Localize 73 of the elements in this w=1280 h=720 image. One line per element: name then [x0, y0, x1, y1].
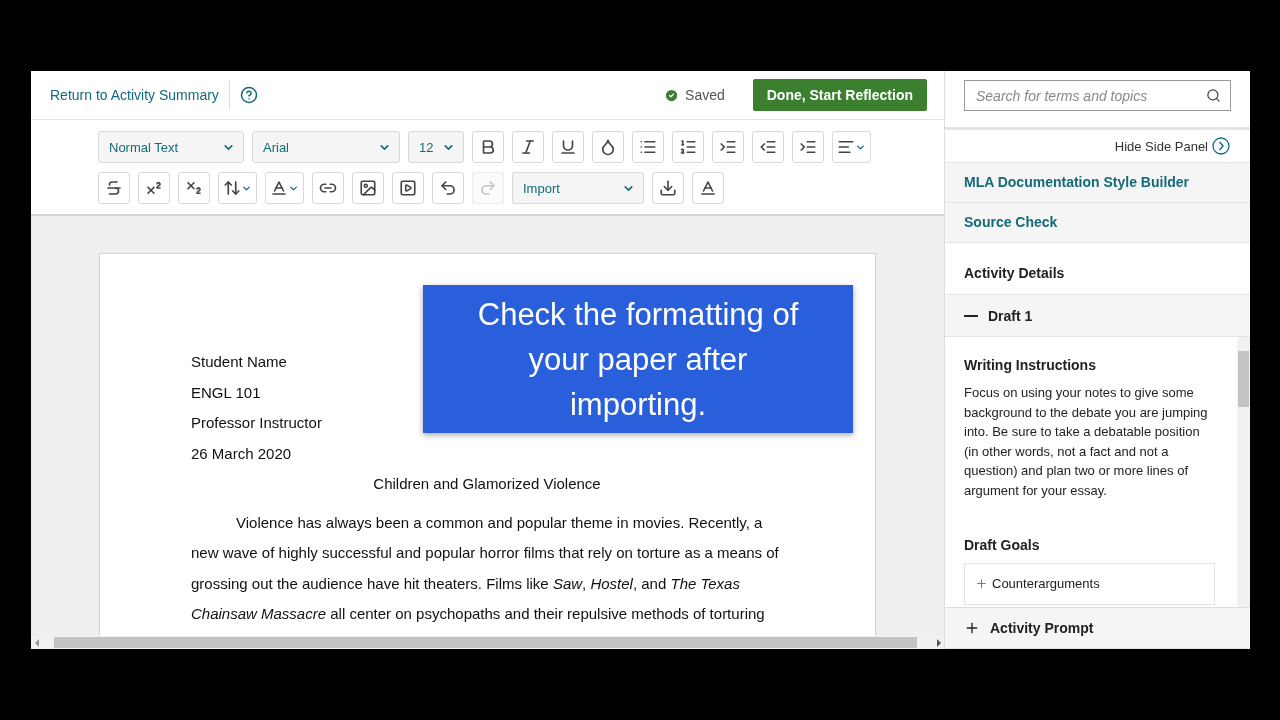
help-icon[interactable]: [239, 86, 258, 104]
italic-button[interactable]: [512, 131, 544, 163]
letter-number-button[interactable]: [692, 172, 724, 204]
outdent-button[interactable]: [752, 131, 784, 163]
superscript-button[interactable]: [138, 172, 170, 204]
minus-icon: [964, 314, 978, 317]
indent-button[interactable]: [712, 131, 744, 163]
document-line: 26 March 2020: [191, 443, 292, 464]
download-button[interactable]: [652, 172, 684, 204]
document-line: Professor Instructor: [191, 413, 322, 433]
dropdown-field[interactable]: Arial: [252, 131, 400, 163]
strikethrough-icon: [105, 179, 123, 197]
plus-icon: [964, 620, 980, 636]
download-icon: [659, 179, 677, 197]
subscript-button[interactable]: [178, 172, 210, 204]
redo-icon: [479, 179, 497, 197]
search-icon[interactable]: [1206, 88, 1221, 103]
droplet-button[interactable]: [592, 131, 624, 163]
bullet-list-button[interactable]: [632, 131, 664, 163]
indent-right-button[interactable]: [792, 131, 824, 163]
dropdown-field[interactable]: Import: [512, 172, 644, 204]
play-icon: [399, 179, 417, 197]
check-icon: [664, 87, 680, 103]
bold-button[interactable]: [472, 131, 504, 163]
numbered-list-icon: [679, 138, 697, 156]
side-panel-link[interactable]: Source Check: [945, 203, 1250, 243]
link-button[interactable]: [312, 172, 344, 204]
prompt-accordion[interactable]: Activity Prompt: [945, 607, 1250, 649]
side-panel-link[interactable]: MLA Documentation Style Builder: [945, 163, 1250, 203]
undo-button[interactable]: [432, 172, 464, 204]
dropdown-field[interactable]: 12: [408, 131, 464, 163]
instructions-title: Writing Instructions: [964, 357, 1097, 373]
numbered-list-button[interactable]: [672, 131, 704, 163]
image-button[interactable]: [352, 172, 384, 204]
italic-icon: [519, 138, 537, 156]
outdent-icon: [759, 138, 777, 156]
plus-icon: [975, 577, 988, 591]
undo-icon: [439, 179, 457, 197]
droplet-icon: [599, 138, 617, 156]
image-icon: [359, 179, 377, 197]
superscript-icon: [145, 179, 163, 197]
callout-banner: Check the formatting of your paper after importing.: [423, 285, 853, 433]
indent-icon: [799, 138, 817, 156]
video-button[interactable]: [392, 172, 424, 204]
subscript-icon: [185, 179, 203, 197]
letter-icon: [699, 179, 717, 197]
dropdown-field[interactable]: Normal Text: [98, 131, 244, 163]
document-line: ENGL 101: [191, 382, 261, 403]
return-link[interactable]: Return to Activity Summary: [50, 80, 230, 110]
instructions-text: Focus on using your notes to give some background to the debate you are jumping into. Be sure to take a debatable position (in other words, not a fact and not a question) and plan two or more lines of argument for your essay.: [964, 384, 1209, 500]
letter-icon: [270, 179, 288, 197]
hide-panel-link[interactable]: Hide Side Panel: [1114, 137, 1230, 155]
vertical-scrollbar[interactable]: [1237, 337, 1250, 607]
document-title: Children and Glamorized Violence: [372, 474, 602, 494]
line-spacing-icon: [223, 179, 241, 197]
goals-title: Draft Goals: [964, 536, 1041, 553]
align-left-icon: [837, 138, 855, 156]
indent-icon: [719, 138, 737, 156]
document-paragraph: Violence has always been a common and popular theme in movies. Recently, a new wave of highly successful and popular horror films that rely on torture as a means of grossing out the audience have hit theaters. Films like Saw, Hostel, and The Texas Chainsaw Massacre all center on psychopaths and their repulsive methods of torturing: [191, 512, 780, 624]
goal-item[interactable]: Counterarguments: [964, 562, 1215, 605]
document-line: Student Name: [191, 352, 287, 372]
underline-icon: [559, 138, 577, 156]
done-button[interactable]: Done, Start Reflection: [752, 79, 927, 111]
underline-button[interactable]: [552, 131, 584, 163]
line-spacing-button[interactable]: [218, 172, 257, 204]
bullet-list-icon: [639, 138, 657, 156]
saved-status: Saved: [685, 87, 725, 103]
search-field[interactable]: Search for terms and topics: [964, 80, 1231, 111]
strikethrough-button[interactable]: [98, 172, 130, 204]
align-button[interactable]: [832, 131, 871, 163]
chevron-circle-icon: [1212, 137, 1230, 155]
font-style-button[interactable]: [265, 172, 304, 204]
draft-accordion[interactable]: Draft 1: [945, 295, 1250, 337]
